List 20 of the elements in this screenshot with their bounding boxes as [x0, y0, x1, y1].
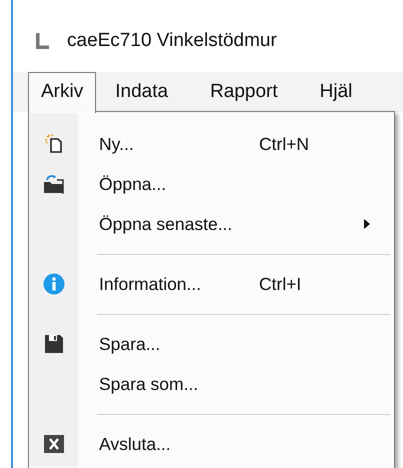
menu-bar-item[interactable]: Rapport: [197, 72, 291, 113]
shortcut-text: Ctrl+N: [259, 134, 310, 154]
close-icon: [44, 435, 64, 453]
menu-item[interactable]: Ny...: [99, 134, 259, 154]
menu-bar-item[interactable]: Indata: [102, 72, 182, 113]
shortcut-text: Ctrl+I: [259, 274, 302, 294]
folder-icon: [43, 174, 65, 194]
menu-item[interactable]: Information...: [99, 274, 259, 294]
save-icon: [44, 334, 64, 354]
app-logo-icon: [36, 33, 49, 49]
menu-bar-item[interactable]: Hjäl: [306, 72, 366, 113]
menu-item[interactable]: Avsluta...: [99, 434, 259, 454]
menu-item[interactable]: Öppna senaste...: [99, 214, 259, 234]
new-document-icon: [44, 134, 64, 154]
menu-bar-item[interactable]: Arkiv: [28, 72, 96, 113]
menu-item[interactable]: Spara...: [99, 334, 259, 354]
window-title: caeEc710 Vinkelstödmur: [67, 30, 277, 52]
info-icon: [43, 273, 65, 295]
menu-item[interactable]: Spara som...: [99, 374, 259, 394]
menu-item[interactable]: Öppna...: [99, 174, 259, 194]
